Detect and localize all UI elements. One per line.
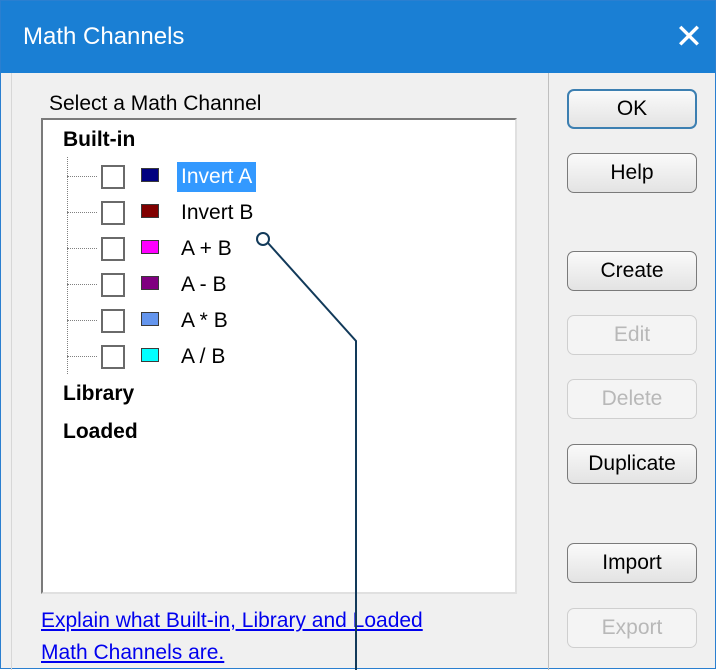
channel-label[interactable]: A * B [177,306,232,336]
import-button[interactable]: Import [567,543,697,583]
channel-item[interactable]: A * B [67,306,507,338]
channel-label[interactable]: A - B [177,270,231,300]
channel-color-swatch [141,168,159,182]
group-library[interactable]: Library [63,382,134,406]
channel-checkbox[interactable] [101,201,125,225]
channel-checkbox[interactable] [101,237,125,261]
delete-button[interactable]: Delete [567,379,697,419]
tree-branch [67,212,97,213]
tree-branch [67,320,97,321]
explain-channels-link[interactable]: Explain what Built-in, Library and Loade… [41,609,423,633]
channel-item[interactable]: A / B [67,342,507,374]
dialog-title: Math Channels [23,23,185,50]
math-channels-dialog: Math Channels ✕ Select a Math Channel Bu… [0,0,716,670]
export-button[interactable]: Export [567,608,697,648]
channel-checkbox[interactable] [101,309,125,333]
select-channel-label: Select a Math Channel [49,92,262,115]
explain-channels-link-continued[interactable]: Math Channels are. [41,641,224,665]
channel-label[interactable]: A + B [177,234,236,264]
math-channel-tree[interactable]: Built-in Invert A Invert B A + B A - B A… [41,118,517,594]
ok-button[interactable]: OK [567,89,697,129]
edit-button[interactable]: Edit [567,315,697,355]
tree-branch [67,176,97,177]
group-loaded[interactable]: Loaded [63,420,138,444]
tree-branch [67,356,97,357]
channel-label[interactable]: A / B [177,342,229,372]
channel-checkbox[interactable] [101,345,125,369]
duplicate-button[interactable]: Duplicate [567,444,697,484]
channel-checkbox[interactable] [101,165,125,189]
help-button[interactable]: Help [567,153,697,193]
channel-color-swatch [141,240,159,254]
channel-color-swatch [141,348,159,362]
channel-item[interactable]: Invert A [67,162,507,194]
channel-color-swatch [141,204,159,218]
channel-checkbox[interactable] [101,273,125,297]
group-builtin[interactable]: Built-in [63,128,135,152]
title-bar: Math Channels ✕ [1,1,715,73]
channel-color-swatch [141,276,159,290]
channel-item[interactable]: A - B [67,270,507,302]
channel-label[interactable]: Invert B [177,198,257,228]
close-icon[interactable]: ✕ [667,15,711,59]
tree-branch [67,248,97,249]
tree-branch [67,284,97,285]
channel-item[interactable]: Invert B [67,198,507,230]
channel-color-swatch [141,312,159,326]
channel-item[interactable]: A + B [67,234,507,266]
create-button[interactable]: Create [567,251,697,291]
channel-label[interactable]: Invert A [177,162,257,192]
